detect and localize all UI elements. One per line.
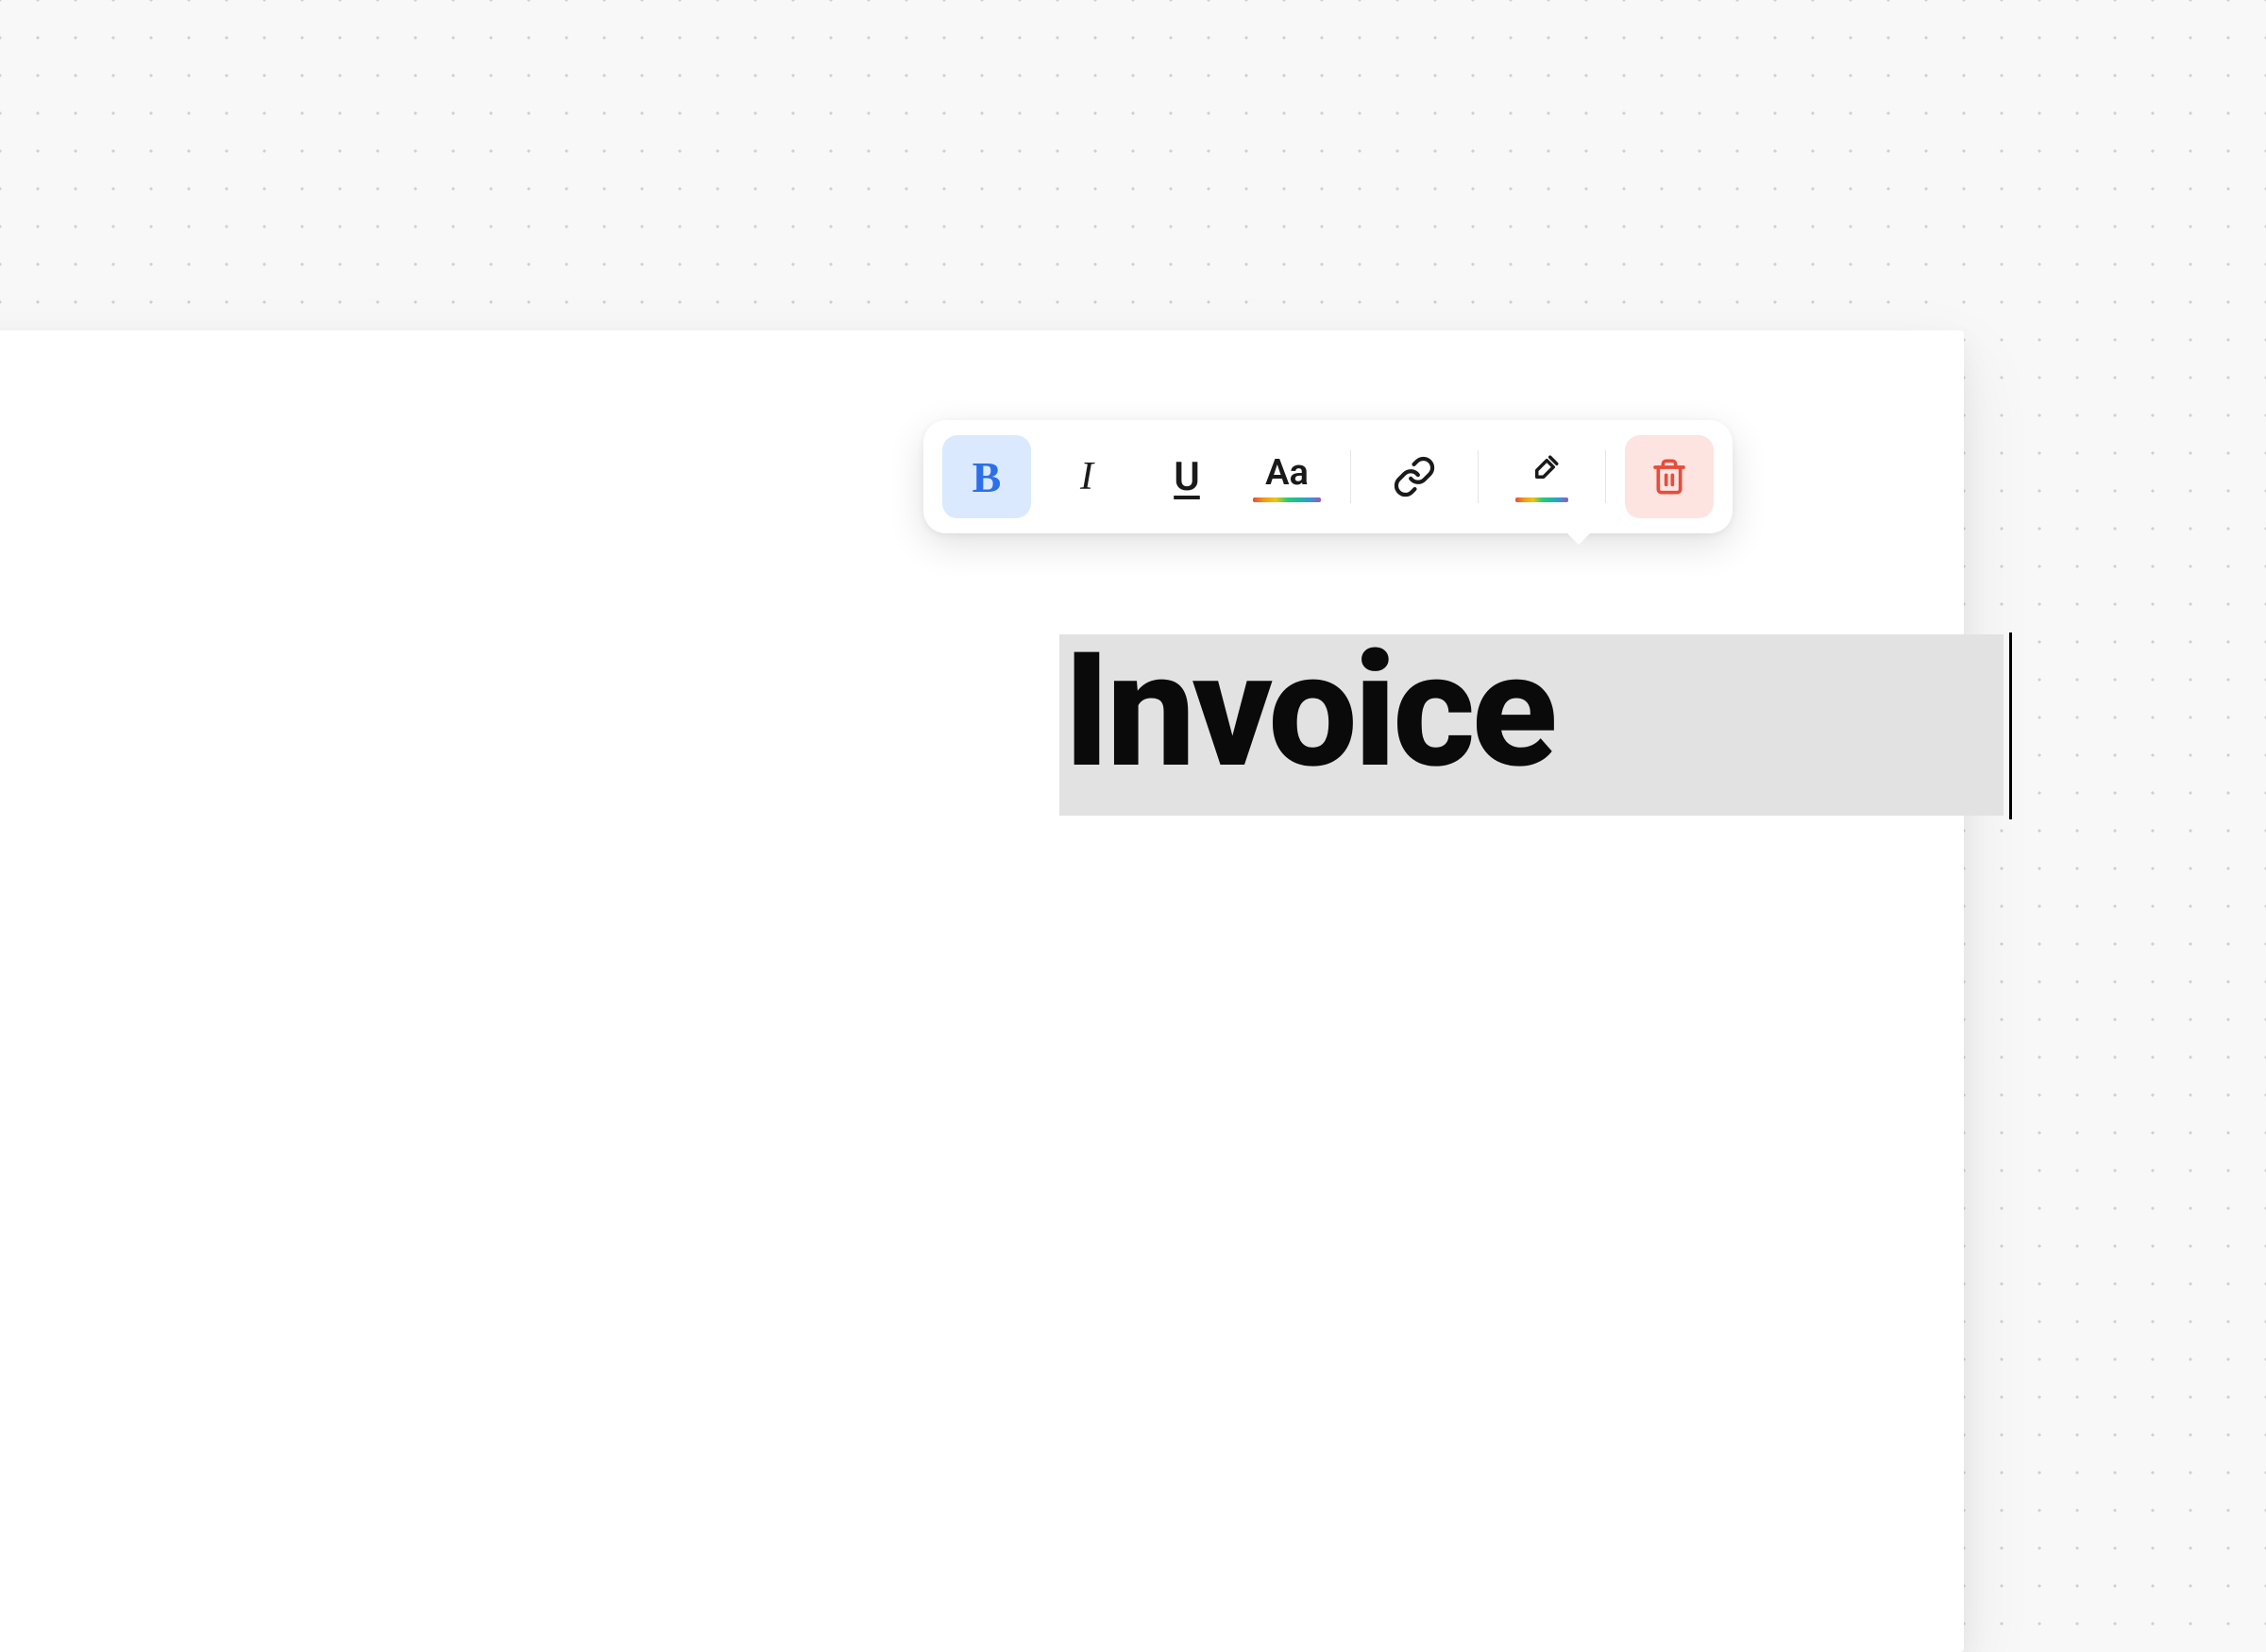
bold-button[interactable]: B: [942, 435, 1031, 518]
link-button[interactable]: [1370, 435, 1459, 518]
toolbar-divider: [1350, 450, 1351, 503]
underline-button[interactable]: U: [1142, 435, 1231, 518]
highlight-icon: [1515, 452, 1568, 502]
toolbar-divider: [1478, 450, 1479, 503]
document-canvas[interactable]: Invoice B I U Aa: [0, 330, 1964, 1652]
delete-button[interactable]: [1625, 435, 1714, 518]
italic-button[interactable]: I: [1042, 435, 1131, 518]
document-heading[interactable]: Invoice: [1057, 632, 1560, 791]
text-cursor: [2009, 632, 2012, 819]
italic-icon: I: [1080, 454, 1093, 499]
highlight-button[interactable]: [1497, 435, 1586, 518]
text-color-icon: Aa: [1253, 452, 1321, 502]
text-color-button[interactable]: Aa: [1243, 435, 1331, 518]
underline-icon: U: [1174, 454, 1200, 500]
text-format-toolbar: B I U Aa: [923, 420, 1733, 533]
toolbar-divider: [1605, 450, 1606, 503]
link-icon: [1393, 455, 1436, 498]
trash-icon: [1650, 458, 1688, 496]
bold-icon: B: [972, 452, 1002, 502]
